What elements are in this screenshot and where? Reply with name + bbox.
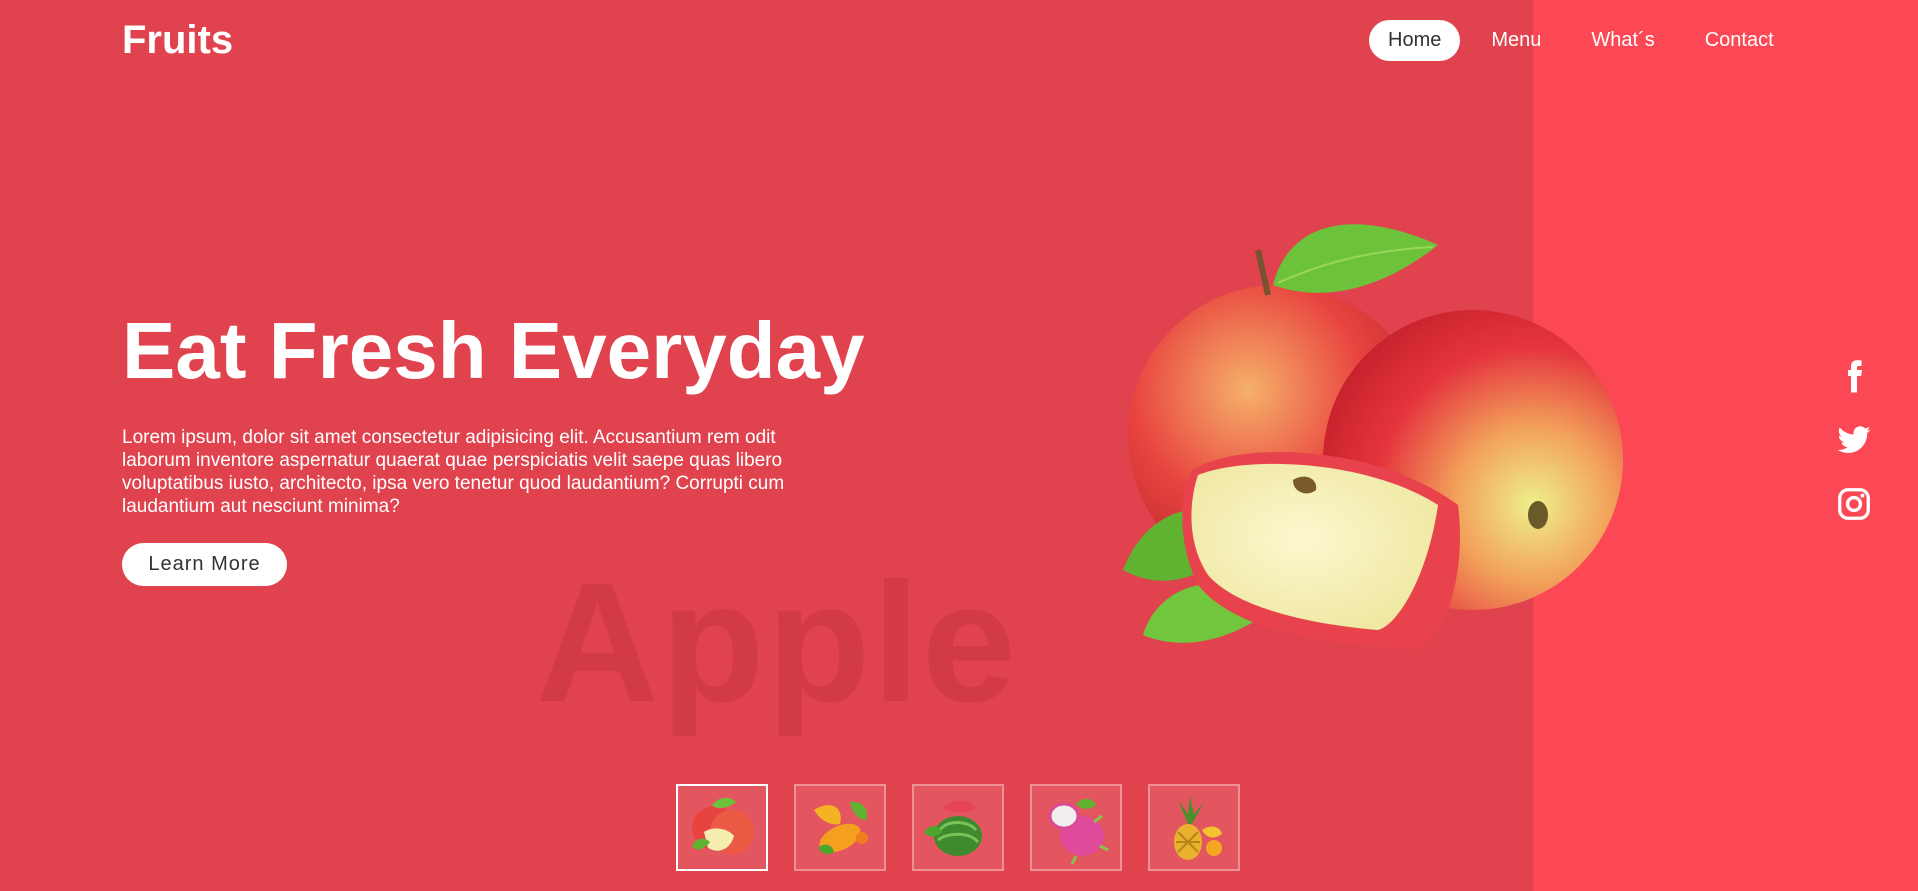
learn-more-button[interactable]: Learn More [122,543,287,586]
thumbnail-dragon-fruit[interactable] [1030,784,1122,871]
watermelon-icon [924,800,982,856]
social-links [1836,358,1872,550]
nav-menu[interactable]: Menu [1472,20,1560,61]
hero-title: Eat Fresh Everyday [122,306,865,395]
main-nav: Home Menu What´s Contact [1369,20,1805,61]
fruit-thumbnails [676,784,1266,871]
watermark-text: Apple [536,548,1019,738]
mango-icon [814,801,868,854]
thumbnail-mango[interactable] [794,784,886,871]
nav-whats[interactable]: What´s [1572,20,1673,61]
dragon-fruit-icon [1048,798,1109,865]
apple-icon [692,797,754,854]
header: Fruits Home Menu What´s Contact [0,0,1918,84]
thumbnail-watermelon[interactable] [912,784,1004,871]
instagram-icon[interactable] [1836,486,1872,522]
logo[interactable]: Fruits [122,18,233,63]
nav-contact[interactable]: Contact [1686,20,1793,61]
pineapple-icon [1174,795,1222,860]
thumbnail-apple[interactable] [676,784,768,871]
twitter-icon[interactable] [1836,422,1872,458]
thumbnail-pineapple[interactable] [1148,784,1240,871]
hero-description: Lorem ipsum, dolor sit amet consectetur … [122,427,785,517]
facebook-icon[interactable] [1836,358,1872,394]
nav-home[interactable]: Home [1369,20,1461,61]
apple-hero-image [1123,224,1623,650]
